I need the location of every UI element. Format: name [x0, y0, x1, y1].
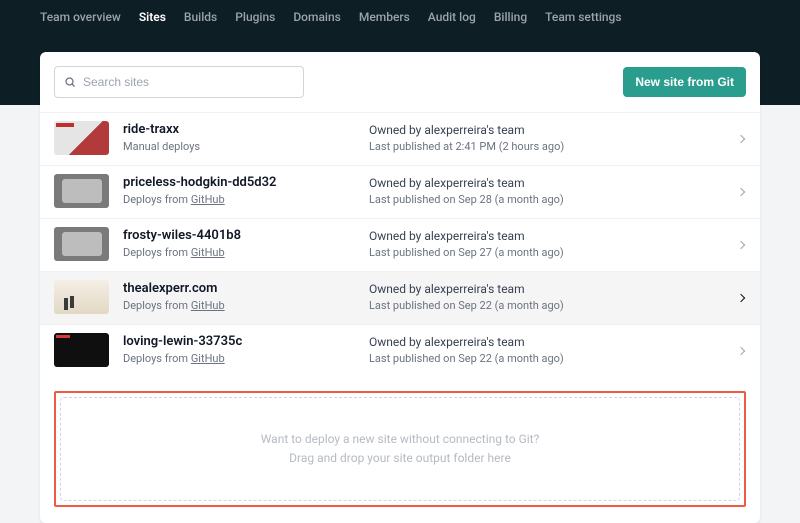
site-owner: Owned by alexperreira's team [369, 175, 746, 192]
site-name: loving-lewin-33735c [123, 334, 369, 351]
site-subtitle: Deploys from GitHub [123, 245, 369, 260]
nav-plugins[interactable]: Plugins [235, 10, 275, 30]
site-owner: Owned by alexperreira's team [369, 228, 746, 245]
github-link[interactable]: GitHub [191, 246, 225, 259]
site-main: loving-lewin-33735c Deploys from GitHub [109, 334, 369, 366]
site-published: Last published on Sep 28 (a month ago) [369, 192, 746, 207]
search-icon [64, 76, 76, 88]
github-link[interactable]: GitHub [191, 299, 225, 312]
site-thumbnail [54, 174, 109, 208]
dropzone-line1: Want to deploy a new site without connec… [71, 430, 729, 449]
search-wrap [54, 66, 304, 98]
site-name: frosty-wiles-4401b8 [123, 228, 369, 245]
site-main: ride-traxx Manual deploys [109, 122, 369, 154]
nav-team-settings[interactable]: Team settings [545, 10, 621, 30]
site-row[interactable]: thealexperr.com Deploys from GitHub Owne… [40, 271, 760, 324]
site-name: thealexperr.com [123, 281, 369, 298]
site-row[interactable]: frosty-wiles-4401b8 Deploys from GitHub … [40, 218, 760, 271]
site-published: Last published on Sep 27 (a month ago) [369, 245, 746, 260]
site-subtitle: Deploys from GitHub [123, 351, 369, 366]
site-meta: Owned by alexperreira's team Last publis… [369, 122, 746, 154]
site-thumbnail [54, 280, 109, 314]
site-owner: Owned by alexperreira's team [369, 334, 746, 351]
site-thumbnail [54, 227, 109, 261]
sites-panel: New site from Git ride-traxx Manual depl… [40, 52, 760, 523]
site-name: priceless-hodgkin-dd5d32 [123, 175, 369, 192]
nav-audit-log[interactable]: Audit log [428, 10, 476, 30]
site-list: ride-traxx Manual deploys Owned by alexp… [40, 112, 760, 377]
nav-sites[interactable]: Sites [139, 10, 166, 30]
nav-team-overview[interactable]: Team overview [40, 10, 121, 30]
nav-builds[interactable]: Builds [184, 10, 217, 30]
site-row[interactable]: priceless-hodgkin-dd5d32 Deploys from Gi… [40, 165, 760, 218]
site-owner: Owned by alexperreira's team [369, 122, 746, 139]
site-row[interactable]: loving-lewin-33735c Deploys from GitHub … [40, 324, 760, 377]
site-name: ride-traxx [123, 122, 369, 139]
site-subtitle: Manual deploys [123, 139, 369, 154]
search-input[interactable] [54, 66, 304, 98]
site-subtitle: Deploys from GitHub [123, 298, 369, 313]
github-link[interactable]: GitHub [191, 193, 225, 206]
site-main: frosty-wiles-4401b8 Deploys from GitHub [109, 228, 369, 260]
site-published: Last published on Sep 22 (a month ago) [369, 351, 746, 366]
site-subtitle: Deploys from GitHub [123, 192, 369, 207]
github-link[interactable]: GitHub [191, 352, 225, 365]
site-main: thealexperr.com Deploys from GitHub [109, 281, 369, 313]
nav-members[interactable]: Members [359, 10, 410, 30]
site-meta: Owned by alexperreira's team Last publis… [369, 281, 746, 313]
panel-header: New site from Git [40, 52, 760, 112]
site-thumbnail [54, 121, 109, 155]
site-meta: Owned by alexperreira's team Last publis… [369, 334, 746, 366]
site-meta: Owned by alexperreira's team Last publis… [369, 175, 746, 207]
site-published: Last published on Sep 22 (a month ago) [369, 298, 746, 313]
nav-domains[interactable]: Domains [293, 10, 340, 30]
dropzone[interactable]: Want to deploy a new site without connec… [60, 397, 740, 501]
dropzone-line2: Drag and drop your site output folder he… [71, 449, 729, 468]
site-main: priceless-hodgkin-dd5d32 Deploys from Gi… [109, 175, 369, 207]
new-site-button[interactable]: New site from Git [623, 67, 746, 97]
site-row[interactable]: ride-traxx Manual deploys Owned by alexp… [40, 112, 760, 165]
site-meta: Owned by alexperreira's team Last publis… [369, 228, 746, 260]
site-thumbnail [54, 333, 109, 367]
site-published: Last published at 2:41 PM (2 hours ago) [369, 139, 746, 154]
nav-billing[interactable]: Billing [494, 10, 527, 30]
site-owner: Owned by alexperreira's team [369, 281, 746, 298]
dropzone-highlight: Want to deploy a new site without connec… [54, 391, 746, 507]
nav-items: Team overview Sites Builds Plugins Domai… [40, 10, 780, 30]
